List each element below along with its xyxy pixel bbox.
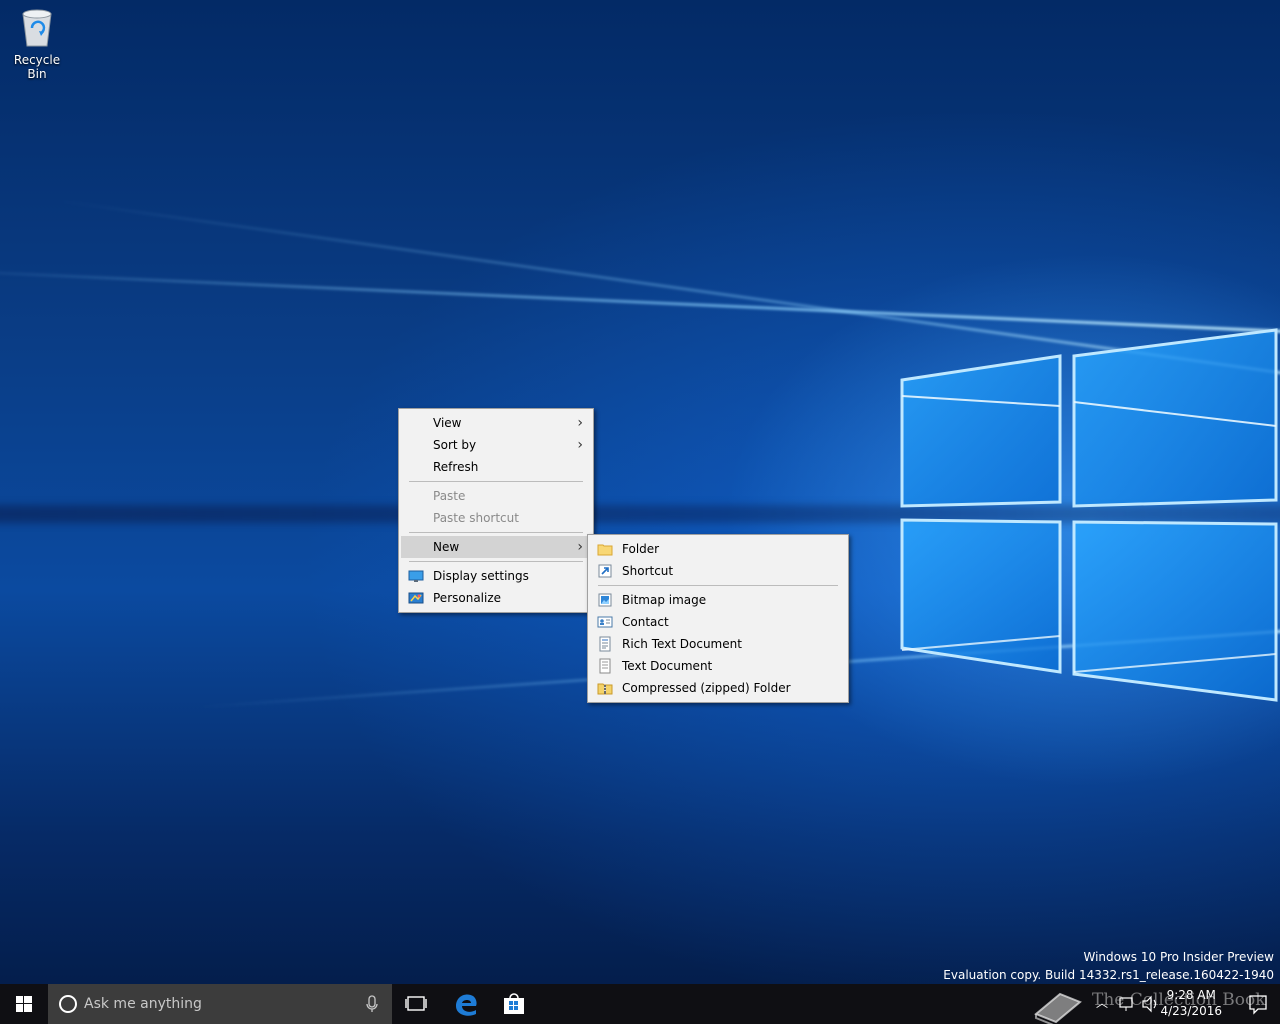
menu-item-label: Shortcut xyxy=(622,564,674,578)
recycle-bin-label: Recycle Bin xyxy=(13,53,61,81)
volume-icon[interactable] xyxy=(1140,984,1160,1024)
action-center-button[interactable] xyxy=(1236,984,1280,1024)
cortana-circle-icon xyxy=(59,995,77,1013)
search-placeholder: Ask me anything xyxy=(84,996,202,1012)
new-folder-item[interactable]: Folder xyxy=(588,538,848,560)
notification-icon xyxy=(1249,995,1267,1015)
menu-item-label: Contact xyxy=(622,615,669,629)
desktop[interactable]: Recycle Bin View › Sort by › Refresh Pas… xyxy=(0,0,1280,984)
menu-item-label: Personalize xyxy=(433,591,502,605)
new-submenu: Folder Shortcut Bitmap image Contact Ric… xyxy=(587,534,849,703)
chevron-up-icon[interactable]: ︿ xyxy=(1096,994,1108,1011)
new-rich-text-document-item[interactable]: Rich Text Document xyxy=(588,633,848,655)
recycle-bin-desktop-icon[interactable]: Recycle Bin xyxy=(4,6,70,81)
new-contact-item[interactable]: Contact xyxy=(588,611,848,633)
desktop-context-menu: View › Sort by › Refresh Paste Paste sho… xyxy=(398,408,594,613)
book-icon xyxy=(1034,992,1082,1024)
windows-start-icon xyxy=(16,996,32,1012)
personalize-icon xyxy=(408,592,424,604)
taskbar-clock[interactable]: 9:28 AM 4/23/2016 xyxy=(1160,987,1222,1019)
bitmap-image-icon xyxy=(598,593,612,607)
menu-item-label: Folder xyxy=(622,542,660,556)
menu-item-new[interactable]: New › xyxy=(401,536,591,558)
menu-item-paste: Paste xyxy=(399,485,593,507)
chevron-right-icon: › xyxy=(577,415,583,431)
menu-item-label: Sort by xyxy=(433,438,477,452)
menu-item-label: Paste xyxy=(433,489,466,503)
menu-separator xyxy=(409,561,583,562)
new-bitmap-image-item[interactable]: Bitmap image xyxy=(588,589,848,611)
recycle-bin-icon xyxy=(22,9,52,47)
start-button[interactable] xyxy=(0,984,48,1024)
menu-item-label: Rich Text Document xyxy=(622,637,742,651)
menu-item-label: View xyxy=(433,416,462,430)
display-settings-icon xyxy=(408,570,424,582)
new-text-document-item[interactable]: Text Document xyxy=(588,655,848,677)
menu-item-view[interactable]: View › xyxy=(399,412,593,434)
windows-logo-wallpaper xyxy=(900,328,1278,702)
menu-item-paste-shortcut: Paste shortcut xyxy=(399,507,593,529)
menu-item-label: New xyxy=(433,540,460,554)
store-button[interactable] xyxy=(490,984,538,1024)
folder-icon xyxy=(597,544,613,556)
task-view-button[interactable] xyxy=(392,984,440,1024)
watermark-edition: Windows 10 Pro Insider Preview xyxy=(1083,950,1274,964)
watermark-build: Evaluation copy. Build 14332.rs1_release… xyxy=(943,968,1274,982)
menu-item-label: Bitmap image xyxy=(622,593,707,607)
zip-folder-icon xyxy=(597,683,613,695)
chevron-right-icon: › xyxy=(577,539,583,555)
menu-item-sort-by[interactable]: Sort by › xyxy=(399,434,593,456)
edge-browser-button[interactable] xyxy=(442,984,490,1024)
microphone-icon[interactable] xyxy=(364,984,380,1024)
clock-time: 9:28 AM xyxy=(1166,988,1216,1002)
menu-separator xyxy=(409,481,583,482)
new-compressed-folder-item[interactable]: Compressed (zipped) Folder xyxy=(588,677,848,699)
chevron-right-icon: › xyxy=(577,437,583,453)
rich-text-document-icon xyxy=(599,636,611,652)
menu-item-refresh[interactable]: Refresh xyxy=(399,456,593,478)
cortana-search-box[interactable]: Ask me anything xyxy=(48,984,392,1024)
shortcut-icon xyxy=(598,564,612,578)
task-view-icon xyxy=(405,996,427,1011)
clock-date: 4/23/2016 xyxy=(1160,1004,1222,1018)
taskbar: Ask me anything The Collection Book ︿ 9:… xyxy=(0,984,1280,1024)
store-bag-icon xyxy=(504,993,524,1014)
network-icon[interactable] xyxy=(1118,984,1136,1024)
new-shortcut-item[interactable]: Shortcut xyxy=(588,560,848,582)
menu-item-label: Text Document xyxy=(622,659,713,673)
menu-separator xyxy=(598,585,838,586)
menu-item-personalize[interactable]: Personalize xyxy=(399,587,593,609)
edge-icon xyxy=(456,994,477,1016)
menu-separator xyxy=(409,532,583,533)
menu-item-label: Paste shortcut xyxy=(433,511,519,525)
system-tray: ︿ xyxy=(1094,984,1164,1024)
text-document-icon xyxy=(599,658,611,674)
contact-icon xyxy=(597,616,613,628)
menu-item-label: Refresh xyxy=(433,460,479,474)
menu-item-label: Display settings xyxy=(433,569,529,583)
menu-item-label: Compressed (zipped) Folder xyxy=(622,681,791,695)
menu-item-display-settings[interactable]: Display settings xyxy=(399,565,593,587)
